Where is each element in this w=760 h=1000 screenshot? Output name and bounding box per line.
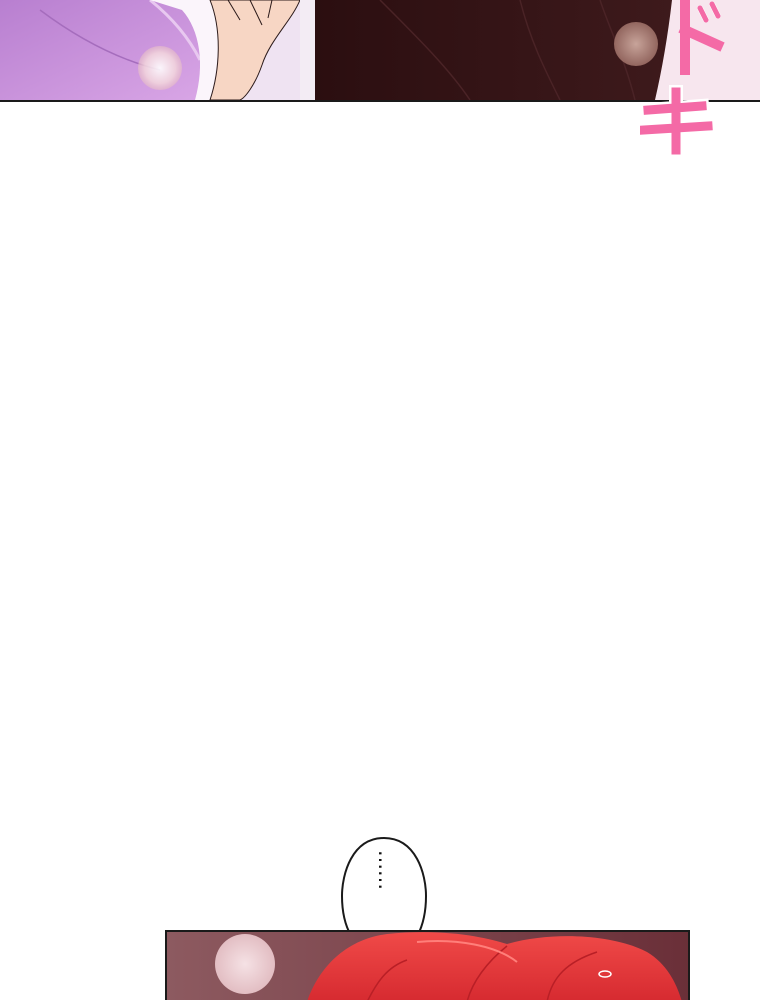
sfx-doki bbox=[640, 0, 760, 160]
bottom-panel bbox=[165, 930, 690, 1000]
bokeh-circle bbox=[138, 46, 182, 90]
bottom-panel-art bbox=[167, 932, 688, 1000]
bokeh-circle bbox=[215, 934, 275, 994]
speech-bubble-text: …… bbox=[374, 850, 398, 890]
sfx-doki-art bbox=[640, 0, 725, 157]
light-gap bbox=[300, 0, 315, 100]
